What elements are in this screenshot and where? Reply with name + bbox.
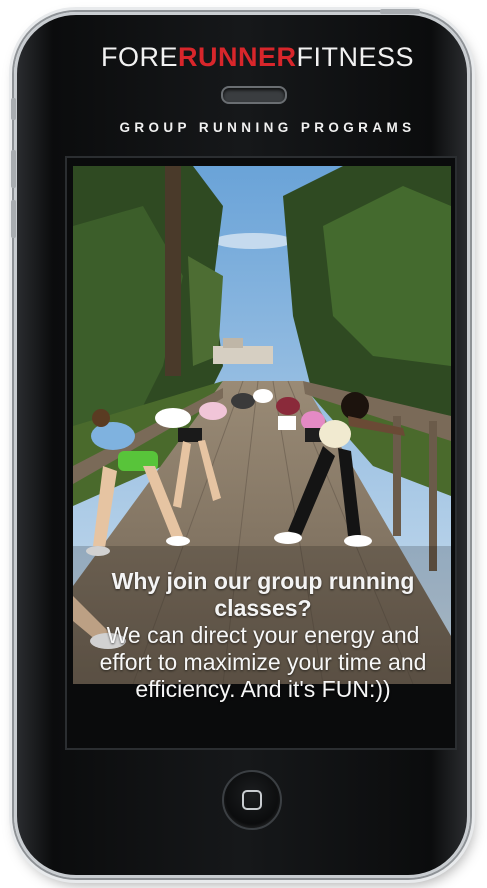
page-subtitle: GROUP RUNNING PROGRAMS	[119, 120, 416, 135]
caption-heading: Why join our group running classes?	[111, 568, 415, 621]
home-button[interactable]	[222, 770, 282, 830]
volume-up-button	[11, 150, 16, 188]
promo-caption: Why join our group running classes? We c…	[67, 568, 455, 703]
brand-logo: FORERUNNERFITNESS	[60, 42, 455, 73]
caption-body: We can direct your energy and effort to …	[99, 622, 427, 702]
brand-part-fore: FORE	[100, 42, 178, 72]
speaker-slot	[221, 86, 287, 104]
volume-down-button	[11, 200, 16, 238]
phone-screen: Why join our group running classes? We c…	[65, 156, 457, 750]
mute-switch	[11, 98, 16, 120]
brand-part-fitness: FITNESS	[296, 42, 415, 72]
brand-part-runner: RUNNER	[177, 42, 297, 72]
power-button	[380, 9, 420, 14]
home-square-icon	[242, 790, 262, 810]
